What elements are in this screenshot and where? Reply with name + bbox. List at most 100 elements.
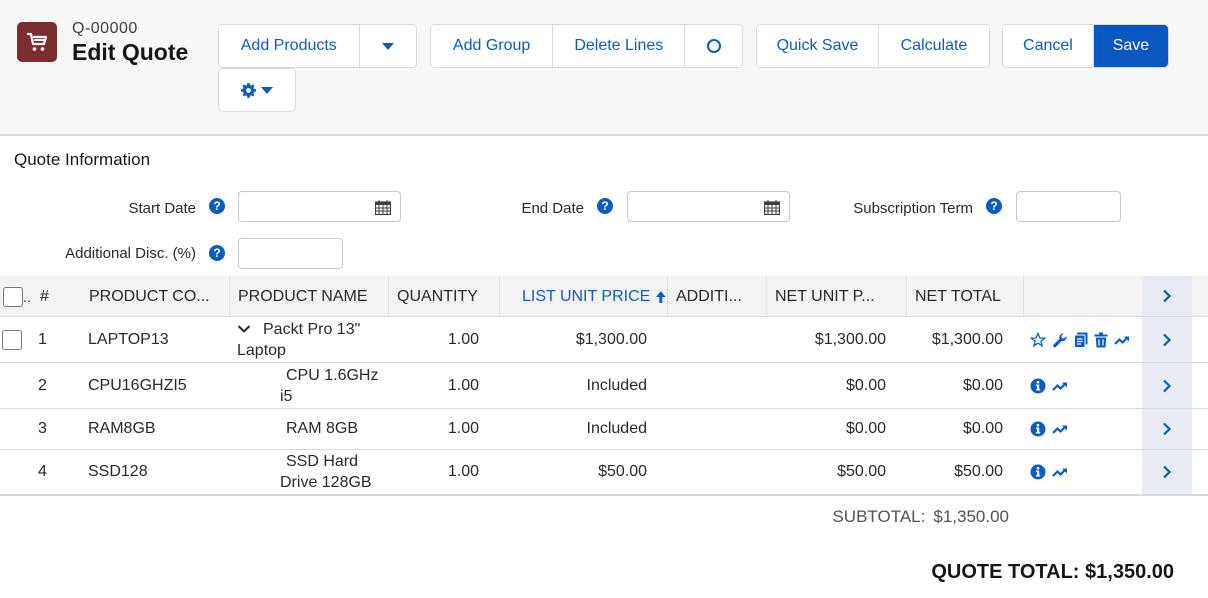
subscription-term-input[interactable]	[1016, 191, 1121, 222]
product-name: CPU 1.6GHz i5	[280, 366, 379, 405]
calendar-icon[interactable]	[764, 200, 780, 215]
list-unit-price: $50.00	[598, 463, 647, 480]
save-calc-group: Quick Save Calculate	[756, 24, 990, 68]
quantity[interactable]: 1.00	[389, 409, 479, 449]
product-code: SSD128	[88, 463, 148, 480]
select-all-checkbox[interactable]	[3, 286, 23, 307]
star-icon[interactable]	[1030, 331, 1046, 348]
gear-icon	[241, 82, 256, 98]
row-select-cell[interactable]	[2, 317, 26, 362]
cancel-button[interactable]: Cancel	[1003, 25, 1094, 67]
info-icon[interactable]	[1030, 464, 1046, 480]
table-row[interactable]: 1 LAPTOP13 Packt Pro 13" Laptop 1.00 $1,…	[0, 317, 1208, 363]
row-actions	[1030, 317, 1130, 362]
additional-discount[interactable]	[668, 317, 758, 362]
row-details-button[interactable]	[1142, 363, 1192, 408]
additional-discount[interactable]	[668, 450, 758, 494]
section-title-quote-information: Quote Information	[14, 150, 151, 169]
list-unit-price: Included	[586, 420, 648, 437]
additional-disc-label: Additional Disc. (%)	[65, 245, 196, 262]
trash-icon[interactable]	[1094, 332, 1108, 348]
end-date-input[interactable]	[627, 191, 790, 222]
product-name-line: Packt Pro 13"	[237, 319, 360, 340]
add-group-button[interactable]: Add Group	[431, 25, 554, 67]
chevron-right-icon	[1163, 379, 1172, 392]
add-products-button[interactable]: Add Products	[219, 25, 360, 67]
select-all-column[interactable]: ..	[0, 276, 34, 317]
table-row[interactable]: 4 SSD128 SSD Hard Drive 128GB 1.00 $50.0…	[0, 450, 1208, 496]
quantity[interactable]: 1.00	[389, 450, 479, 494]
circle-icon	[706, 39, 721, 53]
help-icon[interactable]: ?	[209, 245, 225, 261]
quote-total-label: QUOTE TOTAL:	[931, 561, 1080, 583]
additional-discount[interactable]	[668, 363, 758, 408]
row-actions	[1030, 450, 1068, 494]
quantity[interactable]: 1.00	[389, 317, 479, 362]
help-icon[interactable]: ?	[597, 198, 613, 214]
quote-logo	[17, 22, 57, 62]
column-header-quantity[interactable]: QUANTITY	[389, 276, 500, 317]
row-details-button[interactable]	[1142, 317, 1192, 362]
product-name: SSD Hard Drive 128GB	[280, 453, 372, 491]
net-total: $0.00	[962, 376, 1003, 394]
record-number: Q-00000	[72, 20, 138, 37]
row-checkbox[interactable]	[2, 329, 22, 350]
column-header-net-total[interactable]: NET TOTAL	[907, 276, 1024, 317]
column-header-list-unit-price[interactable]: LIST UNIT PRICE	[500, 276, 668, 317]
trend-icon[interactable]	[1052, 466, 1068, 478]
expand-columns-button[interactable]	[1142, 276, 1192, 316]
net-unit-price: $0.00	[845, 376, 886, 394]
settings-group	[218, 68, 296, 112]
row-number: 3	[38, 420, 47, 437]
help-icon[interactable]: ?	[986, 198, 1002, 214]
calculate-button[interactable]: Calculate	[878, 25, 989, 67]
subscription-term-label: Subscription Term	[853, 200, 973, 217]
start-date-input[interactable]	[238, 191, 401, 222]
net-total: $1,300.00	[931, 330, 1003, 348]
trend-icon[interactable]	[1052, 423, 1068, 435]
additional-discount[interactable]	[668, 409, 758, 449]
row-details-button[interactable]	[1142, 409, 1192, 449]
help-icon[interactable]: ?	[209, 198, 225, 214]
table-row[interactable]: 3 RAM8GB RAM 8GB 1.00 Included $0.00 $0.…	[0, 409, 1208, 450]
product-code: CPU16GHZI5	[88, 376, 187, 394]
column-header-net-unit-price[interactable]: NET UNIT P...	[767, 276, 907, 317]
copy-icon[interactable]	[1074, 332, 1088, 348]
add-products-menu-button[interactable]	[359, 25, 416, 67]
table-row[interactable]: 2 CPU16GHZI5 CPU 1.6GHz i5 1.00 Included…	[0, 363, 1208, 409]
subtotal: SUBTOTAL: $1,350.00	[832, 507, 1009, 527]
circle-button[interactable]	[685, 25, 742, 67]
save-button[interactable]: Save	[1093, 25, 1168, 67]
start-date-label: Start Date	[128, 200, 196, 217]
wrench-icon[interactable]	[1052, 332, 1068, 348]
chevron-down-icon[interactable]	[237, 324, 251, 334]
info-icon[interactable]	[1030, 421, 1046, 437]
table-header: .. # PRODUCT CO... PRODUCT NAME QUANTITY…	[0, 276, 1208, 317]
settings-menu-button[interactable]	[219, 69, 295, 111]
trend-icon[interactable]	[1114, 334, 1130, 346]
caret-down-icon	[381, 42, 394, 50]
column-header-additional-discount[interactable]: ADDITI...	[668, 276, 767, 317]
row-number: 2	[38, 376, 47, 394]
net-total: $0.00	[962, 420, 1003, 437]
row-number: 1	[38, 330, 47, 348]
additional-disc-input[interactable]	[238, 238, 343, 269]
chevron-right-icon	[1163, 289, 1172, 303]
quick-save-button[interactable]: Quick Save	[757, 25, 879, 67]
column-header-product-name[interactable]: PRODUCT NAME	[230, 276, 389, 317]
cart-icon	[27, 32, 48, 51]
delete-lines-button[interactable]: Delete Lines	[553, 25, 686, 67]
net-unit-price: $50.00	[837, 463, 886, 480]
chevron-right-icon	[1163, 422, 1172, 436]
info-icon[interactable]	[1030, 378, 1046, 394]
calendar-icon[interactable]	[375, 200, 391, 215]
trend-icon[interactable]	[1052, 380, 1068, 392]
page-title: Edit Quote	[72, 39, 189, 65]
row-details-button[interactable]	[1142, 450, 1192, 494]
column-header-product-code[interactable]: PRODUCT CO...	[81, 276, 230, 317]
quantity[interactable]: 1.00	[389, 363, 479, 408]
column-header-num: #	[40, 287, 49, 305]
product-name: Packt Pro 13" Laptop	[237, 319, 361, 359]
list-unit-price: Included	[586, 376, 648, 394]
line-actions-group: Add Group Delete Lines	[430, 24, 743, 68]
